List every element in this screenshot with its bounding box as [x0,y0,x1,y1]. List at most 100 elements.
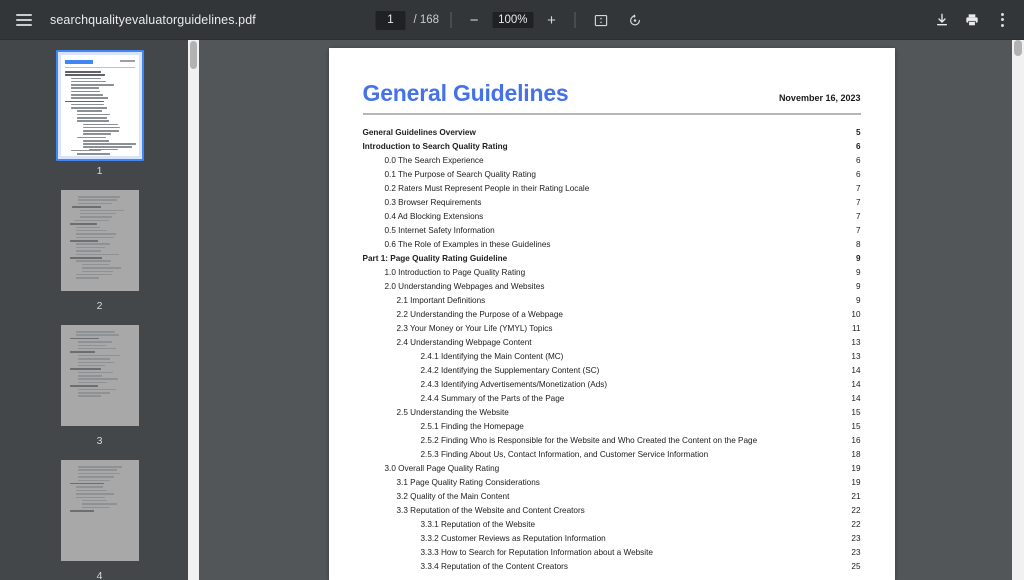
toc-entry-title: 0.4 Ad Blocking Extensions [384,212,484,221]
toc-entry[interactable]: 2.1 Important Definitions 9 [363,294,861,308]
download-icon[interactable] [928,6,956,34]
pdf-page-1: General Guidelines November 16, 2023 Gen… [328,48,895,580]
hamburger-menu-icon[interactable] [10,6,38,34]
toc-entry-title: 2.4.2 Identifying the Supplementary Cont… [420,366,600,375]
thumbnail-list: 1 2 3 4 [0,40,199,580]
toc-entry-page: 15 [851,408,861,417]
toc-entry-page: 7 [855,226,861,235]
thumbnail-page-1[interactable]: 1 [55,50,144,177]
toc-entry-page: 23 [851,548,861,557]
toc-entry[interactable]: 3.0 Overall Page Quality Rating 19 [363,462,861,476]
toc-entry[interactable]: 1.0 Introduction to Page Quality Rating 9 [363,266,861,280]
thumbnail-page-4[interactable]: 4 [56,455,144,580]
thumbnail-page-3[interactable]: 3 [56,320,144,447]
toc-entry[interactable]: 2.4 Understanding Webpage Content 13 [363,336,861,350]
toc-entry-page: 5 [855,128,861,137]
toc-entry-title: 1.0 Introduction to Page Quality Rating [384,268,526,277]
toc-entry-title: 0.3 Browser Requirements [384,198,482,207]
toc-entry[interactable]: 3.3.1 Reputation of the Website 22 [363,518,861,532]
toc-entry[interactable]: 3.1 Page Quality Rating Considerations 19 [363,476,861,490]
toc-entry-title: 3.3.4 Reputation of the Content Creators [420,562,568,571]
toc-entry[interactable]: 2.2 Understanding the Purpose of a Webpa… [363,308,861,322]
page-number-input[interactable] [375,10,406,30]
toc-entry-title: 0.5 Internet Safety Information [384,226,495,235]
toolbar-divider-1 [450,12,452,28]
toc-entry[interactable]: 3.3.3 How to Search for Reputation Infor… [363,546,861,560]
more-options-icon[interactable] [988,6,1016,34]
toc-entry[interactable]: 2.5.1 Finding the Homepage 15 [363,420,861,434]
toc-entry[interactable]: 0.3 Browser Requirements 7 [363,196,861,210]
fit-to-page-icon[interactable] [587,6,615,34]
sidebar-scrollbar[interactable] [188,40,199,580]
toc-entry-page: 21 [851,492,861,501]
toc-entry[interactable]: 2.4.4 Summary of the Parts of the Page 14 [363,392,861,406]
zoom-in-button[interactable]: + [540,8,564,32]
toc-entry[interactable]: 0.5 Internet Safety Information 7 [363,224,861,238]
toc-entry-page: 14 [851,394,861,403]
thumbnail-page-2[interactable]: 2 [56,185,144,312]
toc-entry[interactable]: 2.3 Your Money or Your Life (YMYL) Topic… [363,322,861,336]
toc-entry-title: 2.1 Important Definitions [396,296,486,305]
toc-entry-title: 3.3.2 Customer Reviews as Reputation Inf… [420,534,606,543]
thumbnail-label-4: 4 [96,570,103,580]
toc-entry-title: 2.3 Your Money or Your Life (YMYL) Topic… [396,324,553,333]
zoom-out-button[interactable]: − [462,8,486,32]
toc-entry[interactable]: 0.4 Ad Blocking Extensions 7 [363,210,861,224]
toc-entry-page: 11 [852,324,861,333]
toc-entry-title: 3.1 Page Quality Rating Considerations [396,478,540,487]
toc-entry-page: 13 [851,352,861,361]
toc-entry[interactable]: 0.1 The Purpose of Search Quality Rating… [363,168,861,182]
toc-entry[interactable]: 2.5.3 Finding About Us, Contact Informat… [363,448,861,462]
toc-entry[interactable]: 3.3.4 Reputation of the Content Creators… [363,560,861,574]
toc-entry[interactable]: 0.2 Raters Must Represent People in thei… [363,182,861,196]
toc-entry-page: 13 [851,338,861,347]
toc-entry[interactable]: Part 1: Page Quality Rating Guideline 9 [363,252,861,266]
viewer-body: 1 2 3 4 General Guidelines November 16, … [0,40,1024,580]
thumbnail-label-1: 1 [96,165,103,177]
rotate-counterclockwise-icon[interactable] [621,6,649,34]
thumbnail-label-2: 2 [96,300,103,312]
toc-entry[interactable]: 2.5 Understanding the Website 15 [363,406,861,420]
header-divider [362,113,861,115]
toc-entry[interactable]: 3.2 Quality of the Main Content 21 [363,490,861,504]
sidebar-scrollbar-thumb[interactable] [190,41,197,69]
toc-entry[interactable]: 3.3.2 Customer Reviews as Reputation Inf… [363,532,861,546]
toc-entry[interactable]: 2.4.1 Identifying the Main Content (MC) 1… [363,350,861,364]
thumbnail-image-1 [60,55,139,156]
toc-entry[interactable]: General Guidelines Overview 5 [363,126,861,140]
toc-entry-title: 3.3.1 Reputation of the Website [420,520,536,529]
toc-entry-title: 2.4 Understanding Webpage Content [396,338,532,347]
toolbar: searchqualityevaluatorguidelines.pdf / 1… [0,0,1024,40]
toc-entry-title: 2.4.4 Summary of the Parts of the Page [420,394,565,403]
toc-entry-title: Introduction to Search Quality Rating [362,142,508,151]
toc-entry[interactable]: Introduction to Search Quality Rating 6 [363,140,861,154]
toc-entry-page: 19 [851,464,861,473]
toc-entry-page: 25 [851,562,861,571]
toc-entry-page: 7 [855,198,861,207]
toc-entry-title: 2.4.1 Identifying the Main Content (MC) [420,352,564,361]
toc-entry[interactable]: 3.3 Reputation of the Website and Conten… [363,504,861,518]
toc-entry[interactable]: 2.4.3 Identifying Advertisements/Monetiz… [363,378,861,392]
toc-entry-page: 19 [851,478,861,487]
toolbar-divider-2 [574,12,576,28]
toc-entry[interactable]: 2.0 Understanding Webpages and Websites 9 [363,280,861,294]
toc-entry[interactable]: 2.4.2 Identifying the Supplementary Cont… [363,364,861,378]
toc-entry-title: 0.6 The Role of Examples in these Guidel… [384,240,551,249]
zoom-level-label[interactable]: 100% [492,12,534,28]
toc-entry-page: 7 [855,184,861,193]
thumbnail-image-2 [60,190,139,291]
print-icon[interactable] [958,6,986,34]
viewer-scrollbar[interactable] [1012,40,1024,580]
toc-entry[interactable]: 0.0 The Search Experience 6 [363,154,861,168]
toc-entry-page: 9 [855,268,861,277]
viewer-scrollbar-thumb[interactable] [1014,40,1022,56]
toolbar-right-group [928,6,1024,34]
toc-entry-title: 3.0 Overall Page Quality Rating [384,464,500,473]
thumbnail-sidebar: 1 2 3 4 [0,40,199,580]
toc-entry-page: 9 [855,254,861,263]
toc-entry[interactable]: 2.5.2 Finding Who is Responsible for the… [363,434,861,448]
toc-entry-page: 6 [855,142,861,151]
toc-entry[interactable]: 0.6 The Role of Examples in these Guidel… [363,238,861,252]
toc-entry-page: 6 [855,170,861,179]
toc-entry-title: 0.2 Raters Must Represent People in thei… [384,184,590,193]
